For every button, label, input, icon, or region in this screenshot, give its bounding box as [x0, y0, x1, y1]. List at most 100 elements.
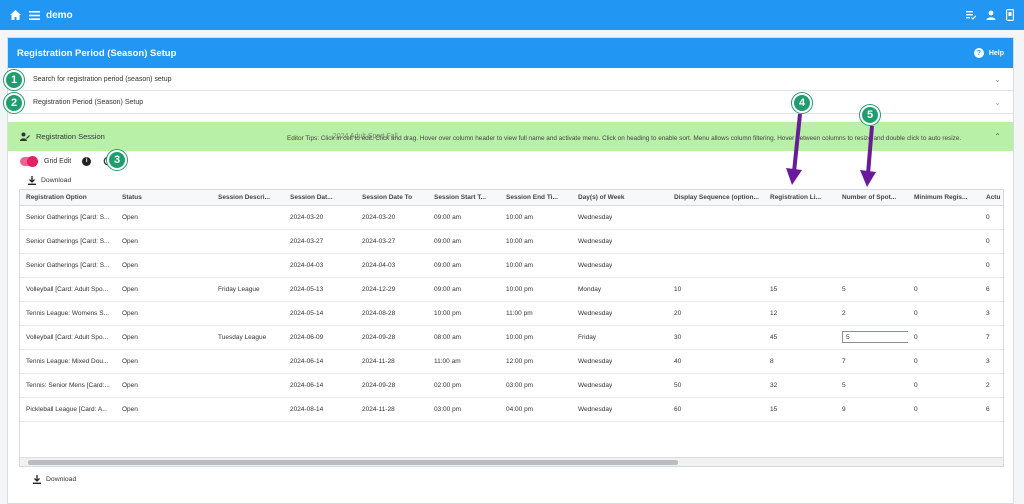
table-cell[interactable]: 7 — [980, 325, 1003, 350]
column-header[interactable]: Status — [116, 190, 212, 206]
table-cell[interactable]: Volleyball [Card: Adult Spo... — [20, 325, 116, 350]
table-cell[interactable]: 10:00 pm — [428, 301, 500, 326]
table-cell[interactable]: 45 — [764, 325, 836, 350]
table-cell[interactable] — [836, 205, 908, 230]
table-cell[interactable]: 0 — [908, 301, 980, 326]
table-cell[interactable]: 02:00 pm — [428, 373, 500, 398]
table-cell[interactable]: Tennis League: Mixed Dou... — [20, 349, 116, 374]
list-check-icon[interactable] — [966, 10, 976, 20]
table-cell[interactable]: 2024-04-03 — [356, 253, 428, 278]
help-button[interactable]: ? Help — [973, 48, 1004, 58]
table-cell[interactable]: 09:00 am — [428, 205, 500, 230]
table-cell[interactable]: 5 — [836, 277, 908, 302]
table-cell[interactable]: 09:00 am — [428, 253, 500, 278]
table-cell[interactable]: 10:00 am — [500, 205, 572, 230]
column-header[interactable]: Number of Spot... — [836, 190, 908, 206]
table-cell[interactable]: 2024-09-28 — [356, 325, 428, 350]
table-cell[interactable]: 2024-06-14 — [284, 349, 356, 374]
table-cell[interactable]: 2024-11-28 — [356, 397, 428, 422]
table-cell[interactable]: Wednesday — [572, 253, 668, 278]
table-cell[interactable]: Wednesday — [572, 301, 668, 326]
table-cell[interactable] — [764, 229, 836, 254]
table-cell[interactable]: 8 — [764, 349, 836, 374]
home-icon[interactable] — [10, 10, 21, 20]
column-header[interactable]: Day(s) of Week — [572, 190, 668, 206]
table-cell[interactable] — [836, 253, 908, 278]
table-cell[interactable]: 60 — [668, 397, 764, 422]
table-cell[interactable]: 2024-05-14 — [284, 301, 356, 326]
column-header[interactable]: Session Descri... — [212, 190, 284, 206]
table-cell[interactable]: 5 — [836, 373, 908, 398]
table-cell[interactable]: 09:00 am — [428, 229, 500, 254]
table-cell[interactable]: 7 — [836, 349, 908, 374]
table-cell[interactable] — [908, 253, 980, 278]
column-header[interactable]: Registration Option — [20, 190, 116, 206]
table-cell[interactable]: 2024-03-27 — [356, 229, 428, 254]
table-cell[interactable]: 0 — [908, 325, 980, 350]
table-cell[interactable]: 3 — [980, 301, 1003, 326]
table-cell[interactable]: 2024-03-20 — [356, 205, 428, 230]
chevron-down-icon[interactable]: ⌄ — [994, 98, 1001, 107]
table-row[interactable]: Volleyball [Card: Adult Spo... Open Friday… — [20, 277, 1003, 302]
table-cell[interactable]: 09:00 am — [428, 277, 500, 302]
table-cell[interactable]: Tennis League: Womens S... — [20, 301, 116, 326]
table-cell[interactable]: 15 — [764, 277, 836, 302]
table-cell[interactable] — [212, 253, 284, 278]
table-cell[interactable]: 10:00 am — [500, 253, 572, 278]
table-cell[interactable]: 0 — [908, 373, 980, 398]
table-cell[interactable]: 12:00 pm — [500, 349, 572, 374]
table-cell[interactable] — [212, 205, 284, 230]
table-cell[interactable]: 2024-03-20 — [284, 205, 356, 230]
table-cell[interactable]: 12 — [764, 301, 836, 326]
table-cell[interactable] — [668, 229, 764, 254]
download-button-top[interactable]: Download — [28, 176, 71, 185]
column-header[interactable]: Display Sequence (option... — [668, 190, 764, 206]
column-header[interactable]: Registration Li... — [764, 190, 836, 206]
table-cell[interactable]: 2024-11-28 — [356, 349, 428, 374]
chevron-down-icon[interactable]: ⌄ — [994, 75, 1001, 84]
table-row[interactable]: Volleyball [Card: Adult Spo... Open Tuesda… — [20, 325, 1003, 350]
table-cell[interactable]: 2024-12-29 — [356, 277, 428, 302]
column-header[interactable]: Session Dat... — [284, 190, 356, 206]
table-cell[interactable]: Open — [116, 301, 212, 326]
table-cell[interactable]: Volleyball [Card: Adult Spo... — [20, 277, 116, 302]
table-cell[interactable]: Open — [116, 373, 212, 398]
table-cell[interactable]: 2024-03-27 — [284, 229, 356, 254]
table-cell[interactable] — [668, 205, 764, 230]
table-cell[interactable]: 2024-08-28 — [356, 301, 428, 326]
table-cell[interactable]: 0 — [908, 277, 980, 302]
table-cell[interactable]: 40 — [668, 349, 764, 374]
table-cell[interactable]: 2024-04-03 — [284, 253, 356, 278]
table-cell[interactable]: Friday League — [212, 277, 284, 302]
table-cell[interactable]: 0 — [980, 253, 1003, 278]
table-cell[interactable]: 9 — [836, 397, 908, 422]
table-cell[interactable] — [668, 253, 764, 278]
table-cell[interactable]: Senior Gatherings [Card: S... — [20, 253, 116, 278]
mobile-device-icon[interactable] — [1006, 9, 1014, 21]
scrollbar-thumb[interactable] — [28, 460, 678, 465]
table-cell[interactable] — [908, 229, 980, 254]
table-cell[interactable]: Wednesday — [572, 205, 668, 230]
table-cell[interactable]: 11:00 am — [428, 349, 500, 374]
table-cell[interactable]: Tennis: Senior Mens [Card:... — [20, 373, 116, 398]
table-cell[interactable]: Open — [116, 277, 212, 302]
column-header[interactable]: Session End Ti... — [500, 190, 572, 206]
table-cell[interactable]: 10:00 pm — [500, 277, 572, 302]
table-cell[interactable]: 10:00 pm — [500, 325, 572, 350]
table-row[interactable]: Senior Gatherings [Card: S... Open 2024-04… — [20, 253, 1003, 278]
table-cell[interactable]: 04:00 pm — [500, 397, 572, 422]
table-cell[interactable]: 0 — [980, 229, 1003, 254]
table-row[interactable]: Tennis: Senior Mens [Card:... Open 2024-06… — [20, 373, 1003, 398]
download-button-bottom[interactable]: Download — [33, 475, 76, 484]
table-cell[interactable]: 6 — [980, 397, 1003, 422]
table-cell[interactable]: 0 — [980, 205, 1003, 230]
table-cell[interactable]: 03:00 pm — [500, 373, 572, 398]
table-cell[interactable]: 10:00 am — [500, 229, 572, 254]
table-cell[interactable]: 11:00 pm — [500, 301, 572, 326]
table-cell[interactable]: Open — [116, 325, 212, 350]
table-cell[interactable]: 6 — [980, 277, 1003, 302]
table-cell[interactable]: Open — [116, 253, 212, 278]
table-cell[interactable] — [212, 349, 284, 374]
table-row[interactable]: Tennis League: Womens S... Open 2024-05-14… — [20, 301, 1003, 326]
column-header[interactable]: Actu — [980, 190, 1003, 206]
